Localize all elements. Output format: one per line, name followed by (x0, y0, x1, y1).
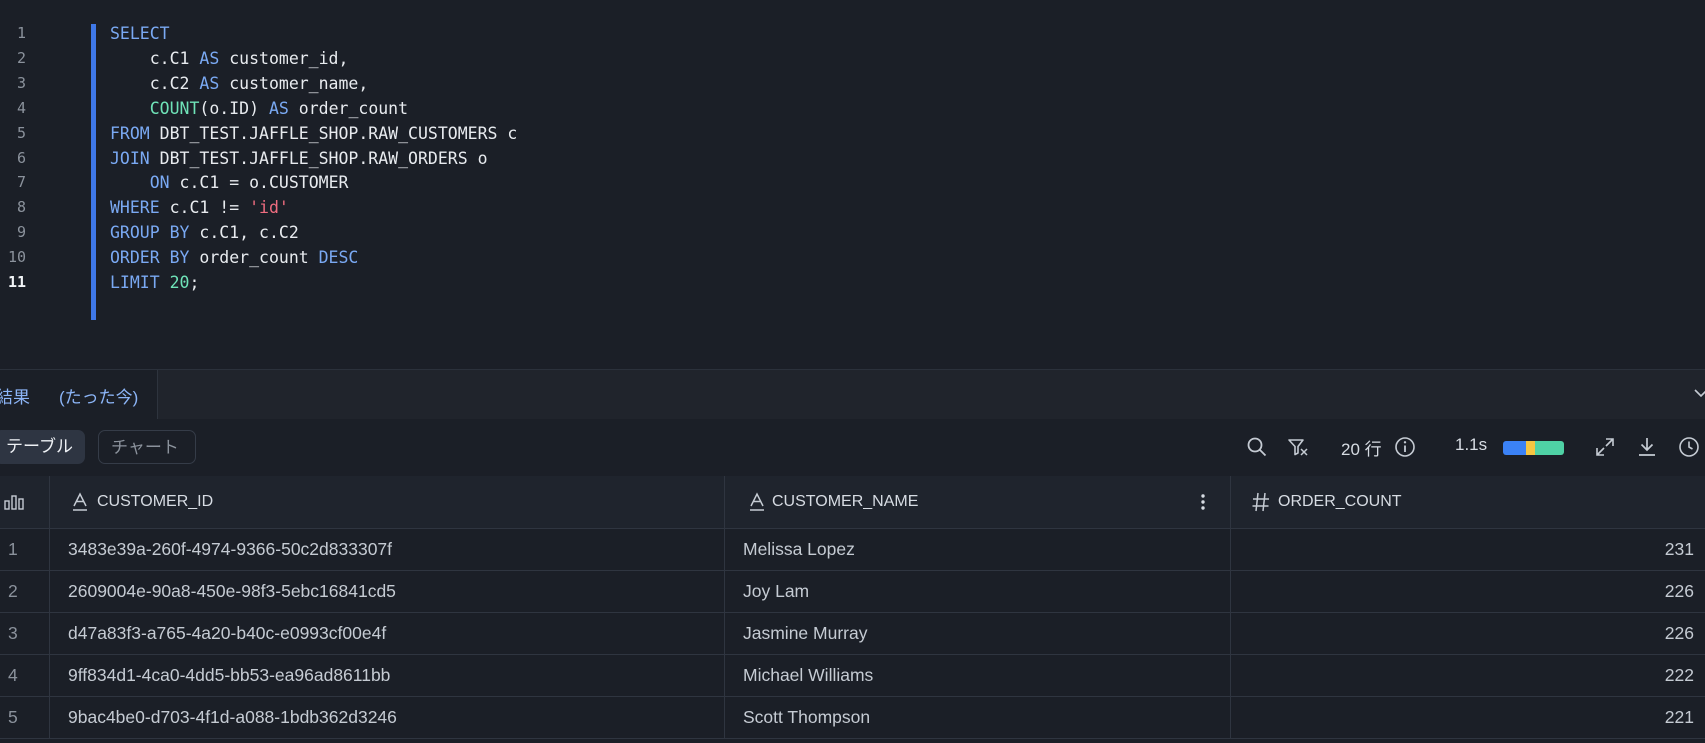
table-row[interactable]: 2 2609004e-90a8-450e-98f3-5ebc16841cd5 Joy… (0, 571, 1705, 613)
line-number: 9 (16, 223, 26, 242)
timing-breakdown-bar[interactable] (1503, 441, 1564, 455)
line-number: 8 (16, 198, 26, 217)
order-count-cell[interactable]: 222 (1231, 655, 1705, 696)
customer-id-cell[interactable]: d47a83f3-a765-4a20-b40c-e0993cf00e4f (50, 613, 725, 654)
row-index-cell[interactable]: 1 (0, 529, 50, 570)
row-index-cell[interactable]: 3 (0, 613, 50, 654)
expand-icon[interactable] (1593, 435, 1617, 459)
results-tab-timestamp: (たった今) (59, 388, 139, 407)
order-count-cell[interactable]: 226 (1231, 571, 1705, 612)
code-line[interactable]: 10 ORDER BY order_count DESC (0, 244, 1705, 271)
customer-name-cell[interactable]: Melissa Lopez (725, 529, 1231, 570)
code-line[interactable]: 5 FROM DBT_TEST.JAFFLE_SHOP.RAW_CUSTOMERS… (0, 120, 1705, 147)
code-text[interactable]: ON c.C1 = o.CUSTOMER (110, 169, 349, 196)
table-row[interactable]: 5 9bac4be0-d703-4f1d-a088-1bdb362d3246 Sco… (0, 697, 1705, 739)
text-type-icon (750, 492, 764, 511)
code-text[interactable]: LIMIT 20; (110, 269, 199, 296)
code-line[interactable]: 1 SELECT (0, 20, 1705, 47)
elapsed-time-label: 1.1s (1455, 435, 1488, 454)
code-line[interactable]: 7 ON c.C1 = o.CUSTOMER (0, 169, 1705, 196)
row-index-cell[interactable]: 5 (0, 697, 50, 738)
code-line[interactable]: 6 JOIN DBT_TEST.JAFFLE_SHOP.RAW_ORDERS o (0, 145, 1705, 172)
code-text[interactable]: c.C2 AS customer_name, (110, 70, 369, 97)
text-type-icon (73, 492, 87, 511)
download-icon[interactable] (1635, 435, 1659, 459)
row-index-cell[interactable]: 4 (0, 655, 50, 696)
sql-editor[interactable]: 1 SELECT 2 c.C1 AS customer_id, 3 c.C2 AS c… (0, 0, 1705, 368)
customer-name-cell[interactable]: Michael Williams (725, 655, 1231, 696)
line-number: 10 (7, 248, 26, 267)
column-header-order-count[interactable]: ORDER_COUNT (1231, 476, 1705, 528)
code-line[interactable]: 11 LIMIT 20; (0, 269, 1705, 296)
code-text[interactable]: c.C1 AS customer_id, (110, 45, 349, 72)
column-header-customer-id[interactable]: CUSTOMER_ID (50, 476, 725, 528)
results-grid: CUSTOMER_ID CUSTOMER_NAME ORDER_COUNT 13… (0, 476, 1705, 743)
code-text[interactable]: GROUP BY c.C1, c.C2 (110, 219, 299, 246)
line-number: 5 (16, 123, 26, 142)
filter-icon[interactable] (1286, 435, 1310, 459)
code-text[interactable]: COUNT(o.ID) AS order_count (110, 95, 408, 122)
table-view-button[interactable]: テーブル (0, 430, 85, 464)
code-line[interactable]: 8 WHERE c.C1 != 'id' (0, 194, 1705, 221)
chart-view-button[interactable]: チャート (98, 430, 196, 464)
column-label: CUSTOMER_ID (97, 493, 214, 510)
customer-id-cell[interactable]: 2609004e-90a8-450e-98f3-5ebc16841cd5 (50, 571, 725, 612)
line-number: 3 (16, 73, 26, 92)
results-tab-bar: 結果 (たった今) (0, 369, 1705, 420)
code-text[interactable]: FROM DBT_TEST.JAFFLE_SHOP.RAW_CUSTOMERS … (110, 120, 517, 147)
code-line[interactable]: 3 c.C2 AS customer_name, (0, 70, 1705, 97)
code-line[interactable]: 4 COUNT(o.ID) AS order_count (0, 95, 1705, 122)
row-count-label: 20 行 (1341, 440, 1382, 459)
row-index-cell[interactable]: 2 (0, 571, 50, 612)
line-number: 1 (16, 24, 26, 42)
code-line[interactable]: 2 c.C1 AS customer_id, (0, 45, 1705, 72)
column-label: CUSTOMER_NAME (772, 493, 919, 510)
info-icon[interactable] (1393, 435, 1417, 459)
line-number: 7 (16, 173, 26, 192)
code-text[interactable]: ORDER BY order_count DESC (110, 244, 358, 271)
line-number: 6 (16, 148, 26, 167)
row-index-header[interactable] (0, 476, 50, 528)
column-label: ORDER_COUNT (1278, 493, 1402, 510)
results-toolbar: テーブル チャート 20 行 1.1s (0, 419, 1705, 477)
clock-icon[interactable] (1677, 435, 1701, 459)
customer-name-cell[interactable]: Scott Thompson (725, 697, 1231, 738)
table-row[interactable]: 1 3483e39a-260f-4974-9366-50c2d833307f Mel… (0, 529, 1705, 571)
code-text[interactable]: SELECT (110, 20, 170, 47)
column-stats-icon[interactable] (3, 491, 25, 513)
order-count-cell[interactable]: 226 (1231, 613, 1705, 654)
customer-name-cell[interactable]: Joy Lam (725, 571, 1231, 612)
code-text[interactable]: WHERE c.C1 != 'id' (110, 194, 289, 221)
customer-id-cell[interactable]: 9bac4be0-d703-4f1d-a088-1bdb362d3246 (50, 697, 725, 738)
order-count-cell[interactable]: 221 (1231, 697, 1705, 738)
customer-id-cell[interactable]: 3483e39a-260f-4974-9366-50c2d833307f (50, 529, 725, 570)
kebab-menu-icon[interactable] (1195, 491, 1211, 513)
order-count-cell[interactable]: 231 (1231, 529, 1705, 570)
line-number: 11 (7, 273, 26, 291)
number-type-icon (1252, 492, 1269, 512)
grid-header: CUSTOMER_ID CUSTOMER_NAME ORDER_COUNT (0, 476, 1705, 529)
chevron-down-icon[interactable] (1691, 383, 1705, 403)
table-row[interactable]: 4 9ff834d1-4ca0-4dd5-bb53-ea96ad8611bb Mic… (0, 655, 1705, 697)
results-tab-title: 結果 (0, 388, 30, 407)
line-number: 2 (16, 48, 26, 67)
customer-name-cell[interactable]: Jasmine Murray (725, 613, 1231, 654)
code-line[interactable]: 9 GROUP BY c.C1, c.C2 (0, 219, 1705, 246)
code-text[interactable]: JOIN DBT_TEST.JAFFLE_SHOP.RAW_ORDERS o (110, 145, 488, 172)
table-row[interactable]: 3 d47a83f3-a765-4a20-b40c-e0993cf00e4f Jas… (0, 613, 1705, 655)
line-number: 4 (16, 98, 26, 117)
search-icon[interactable] (1245, 435, 1269, 459)
customer-id-cell[interactable]: 9ff834d1-4ca0-4dd5-bb53-ea96ad8611bb (50, 655, 725, 696)
results-tab[interactable]: 結果 (たった今) (0, 370, 158, 419)
column-header-customer-name[interactable]: CUSTOMER_NAME (725, 476, 1231, 528)
